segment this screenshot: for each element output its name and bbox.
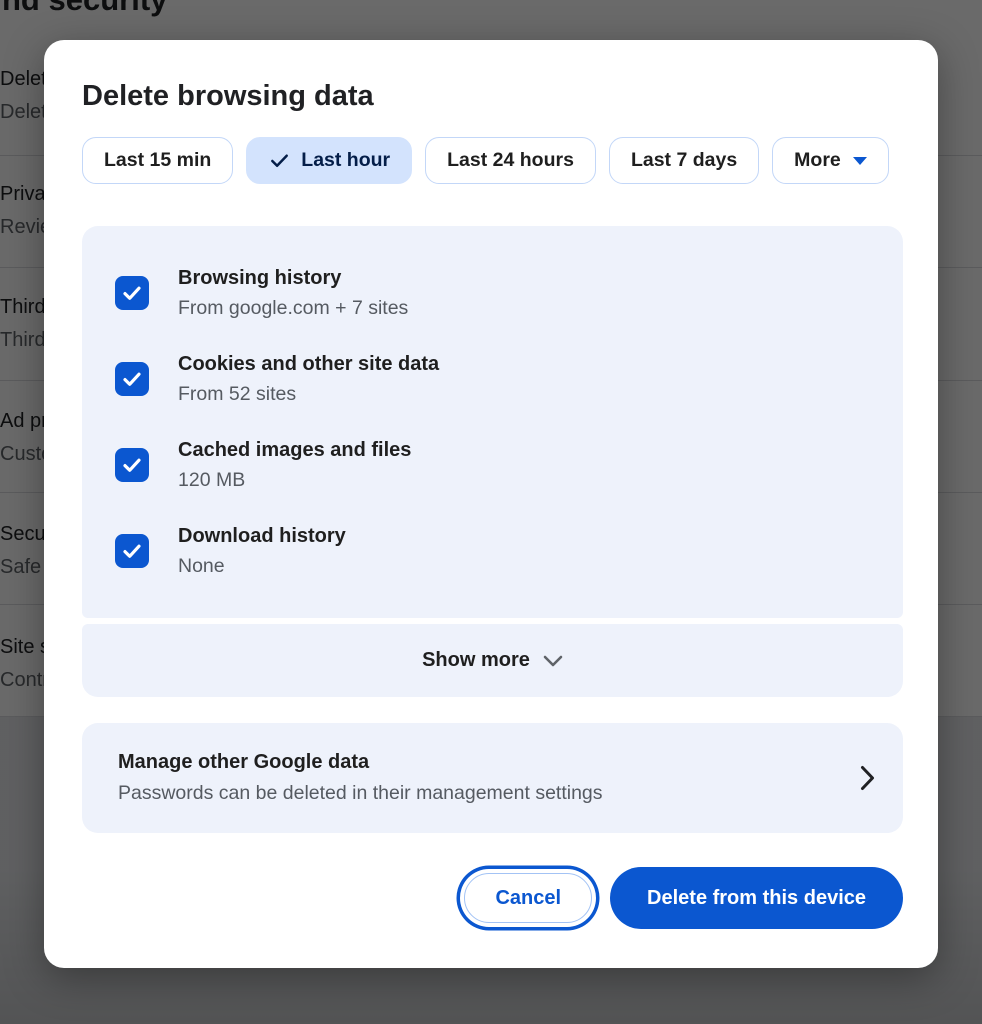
check-icon bbox=[268, 149, 291, 172]
manage-title: Manage other Google data bbox=[118, 749, 860, 776]
manage-subtitle: Passwords can be deleted in their manage… bbox=[118, 780, 860, 807]
checked-checkbox-icon[interactable] bbox=[115, 448, 149, 482]
chip-last-7-days[interactable]: Last 7 days bbox=[609, 137, 759, 184]
dialog-actions: Cancel Delete from this device bbox=[82, 867, 903, 929]
show-more-button[interactable]: Show more bbox=[82, 624, 903, 697]
manage-other-google-data-row[interactable]: Manage other Google data Passwords can b… bbox=[82, 723, 903, 833]
item-detail: From 52 sites bbox=[178, 381, 439, 408]
dialog-title: Delete browsing data bbox=[82, 78, 903, 114]
checked-checkbox-icon[interactable] bbox=[115, 276, 149, 310]
checked-checkbox-icon[interactable] bbox=[115, 534, 149, 568]
item-label: Browsing history bbox=[178, 265, 408, 292]
checked-checkbox-icon[interactable] bbox=[115, 362, 149, 396]
item-detail: 120 MB bbox=[178, 467, 411, 494]
item-detail: From google.com + 7 sites bbox=[178, 295, 408, 322]
item-detail: None bbox=[178, 553, 346, 580]
item-cookies-site-data[interactable]: Cookies and other site data From 52 site… bbox=[82, 336, 903, 422]
chip-last-24-hours[interactable]: Last 24 hours bbox=[425, 137, 596, 184]
item-label: Cached images and files bbox=[178, 437, 411, 464]
item-download-history[interactable]: Download history None bbox=[82, 508, 903, 594]
time-range-chips: Last 15 min Last hour Last 24 hours Last… bbox=[82, 137, 903, 184]
item-label: Cookies and other site data bbox=[178, 351, 439, 378]
chip-last-15-min[interactable]: Last 15 min bbox=[82, 137, 233, 184]
item-cached-images-files[interactable]: Cached images and files 120 MB bbox=[82, 422, 903, 508]
item-browsing-history[interactable]: Browsing history From google.com + 7 sit… bbox=[82, 250, 903, 336]
chip-more[interactable]: More bbox=[772, 137, 889, 184]
cancel-button[interactable]: Cancel bbox=[464, 873, 592, 923]
chevron-right-icon bbox=[860, 765, 875, 791]
dropdown-arrow-icon bbox=[853, 157, 867, 165]
chevron-down-icon bbox=[543, 655, 563, 667]
delete-from-this-device-button[interactable]: Delete from this device bbox=[610, 867, 903, 929]
data-types-list: Browsing history From google.com + 7 sit… bbox=[82, 226, 903, 618]
chip-last-hour[interactable]: Last hour bbox=[246, 137, 412, 184]
delete-browsing-data-dialog: Delete browsing data Last 15 min Last ho… bbox=[44, 40, 938, 968]
item-label: Download history bbox=[178, 523, 346, 550]
